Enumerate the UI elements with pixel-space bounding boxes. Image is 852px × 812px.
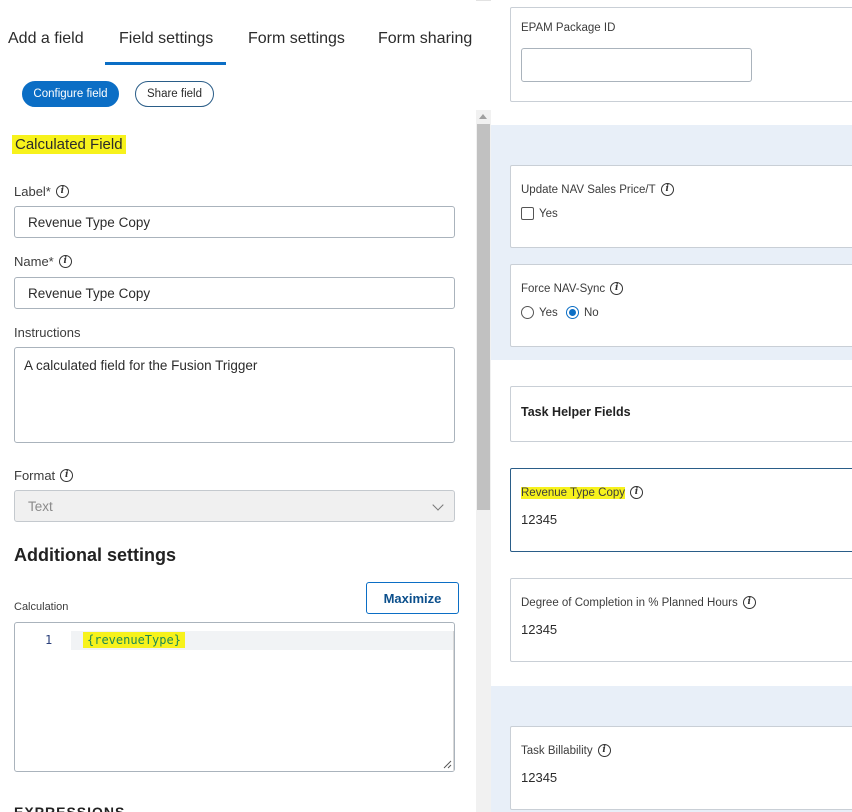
tab-field-settings[interactable]: Field settings [119,30,213,48]
panel-tabs: Add a field Field settings Form settings… [0,0,476,66]
force-nav-card[interactable]: Force NAV-Sync i Yes No [510,264,852,347]
force-nav-no-label: No [584,306,599,319]
checkbox[interactable] [521,207,534,220]
instructions-label-text: Instructions [14,325,81,340]
info-icon[interactable]: i [660,183,674,196]
format-label-text: Format [14,468,56,483]
force-nav-no-option[interactable]: No [566,306,599,319]
revenue-type-copy-value: 12345 [521,512,558,527]
epam-package-card[interactable]: EPAM Package ID [510,7,852,102]
task-billability-value: 12345 [521,770,558,785]
revenue-type-copy-label-text: Revenue Type Copy [521,486,625,499]
tab-add-a-field[interactable]: Add a field [8,30,84,48]
configure-field-button[interactable]: Configure field [22,81,119,107]
instructions-textarea[interactable]: A calculated field for the Fusion Trigge… [14,347,455,443]
epam-package-input[interactable] [521,48,752,82]
calculation-code[interactable]: {revenueType} [83,632,185,648]
maximize-button[interactable]: Maximize [366,582,459,614]
scroll-up-arrow-icon[interactable] [479,114,487,119]
left-panel-scrollbar[interactable] [476,110,491,812]
force-nav-label: Force NAV-Sync i [521,282,624,295]
resize-handle-icon[interactable] [443,760,452,769]
expressions-heading: EXPRESSIONS [14,804,126,812]
degree-completion-label-text: Degree of Completion in % Planned Hours [521,596,738,609]
name-field-label-text: Name* [14,254,54,269]
name-input[interactable]: Revenue Type Copy [14,277,455,309]
editor-divider [453,631,454,771]
format-label: Format i [14,468,74,483]
revenue-type-copy-card[interactable]: Revenue Type Copy i 12345 [510,468,852,552]
share-field-button[interactable]: Share field [135,81,214,107]
tab-form-sharing[interactable]: Form sharing [378,30,472,48]
force-nav-yes-label: Yes [539,306,558,319]
force-nav-yes-option[interactable]: Yes [521,306,558,319]
format-select-value: Text [28,498,53,514]
info-icon[interactable]: i [630,486,643,499]
update-nav-card[interactable]: Update NAV Sales Price/T i Yes [510,165,852,248]
calculation-label: Calculation [14,601,69,613]
info-icon[interactable]: i [742,596,756,609]
radio-button-selected[interactable] [566,306,579,319]
task-helper-section[interactable]: Task Helper Fields [510,386,852,442]
instructions-label: Instructions [14,325,80,340]
format-select[interactable]: Text [14,490,455,522]
update-nav-yes-option[interactable]: Yes [521,207,558,220]
calculation-editor[interactable]: 1 {revenueType} [14,622,455,772]
line-number: 1 [45,633,53,647]
task-billability-label-text: Task Billability [521,744,593,757]
degree-completion-label: Degree of Completion in % Planned Hours … [521,596,756,609]
field-type-title: Calculated Field [12,135,126,154]
info-icon[interactable]: i [58,255,72,268]
info-icon[interactable]: i [597,744,611,757]
revenue-type-copy-label: Revenue Type Copy i [521,486,643,499]
task-billability-card[interactable]: Task Billability i 12345 [510,726,852,810]
label-input[interactable]: Revenue Type Copy [14,206,455,238]
additional-settings-heading: Additional settings [14,545,176,565]
info-icon[interactable]: i [55,185,69,198]
form-preview: EPAM Package ID Update NAV Sales Price/T… [491,0,852,812]
info-icon[interactable]: i [60,469,74,482]
label-field-label-text: Label* [14,184,51,199]
update-nav-label: Update NAV Sales Price/T i [521,183,674,196]
degree-completion-card[interactable]: Degree of Completion in % Planned Hours … [510,578,852,662]
chevron-down-icon [432,499,444,511]
radio-button[interactable] [521,306,534,319]
name-field-label: Name* i [14,254,72,269]
epam-package-label: EPAM Package ID [521,22,616,34]
force-nav-label-text: Force NAV-Sync [521,282,606,295]
tab-form-settings[interactable]: Form settings [248,30,345,48]
task-helper-title: Task Helper Fields [521,405,631,419]
active-tab-indicator [105,62,226,65]
degree-completion-value: 12345 [521,622,558,637]
update-nav-yes-label: Yes [539,207,558,220]
field-settings-panel: Add a field Field settings Form settings… [0,0,476,812]
update-nav-label-text: Update NAV Sales Price/T [521,183,656,196]
scroll-thumb[interactable] [477,124,490,510]
info-icon[interactable]: i [610,282,624,295]
task-billability-label: Task Billability i [521,744,611,757]
label-field-label: Label* i [14,184,69,199]
